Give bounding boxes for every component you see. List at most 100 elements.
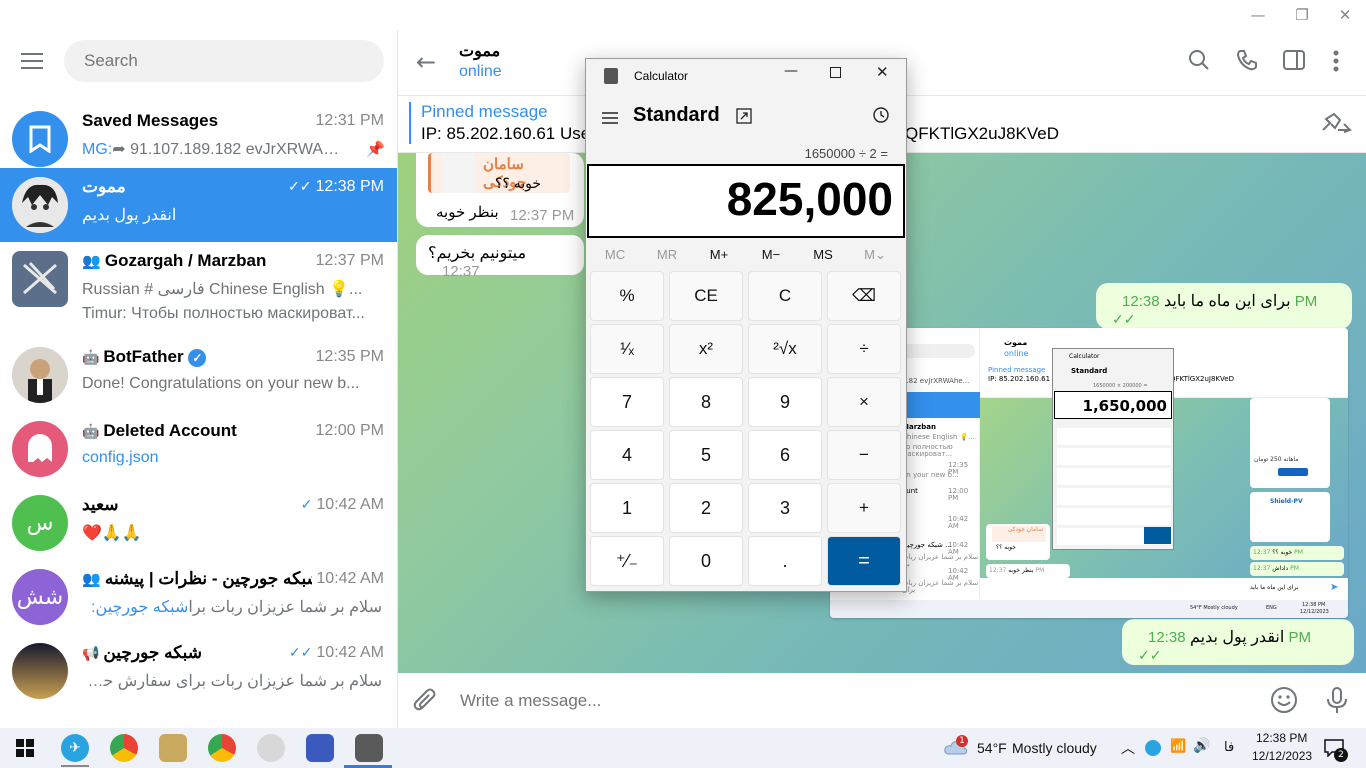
digit-1-button[interactable]: 1 (590, 483, 664, 533)
volume-icon[interactable]: 🔊 (1193, 738, 1210, 754)
calc-expression: 1650000 ÷ 2 = (804, 146, 888, 161)
memory-subtract-button[interactable]: M− (745, 247, 797, 262)
calculator-taskbar-icon[interactable] (355, 734, 383, 762)
message-bubble-outgoing[interactable]: انقدر پول بدیم 12:38 PM ✓✓ (1122, 619, 1354, 665)
calc-close-button[interactable]: ✕ (876, 63, 889, 81)
chat-item-deleted-account[interactable]: 🤖 Deleted Account 12:00 PM config.json (0, 412, 397, 486)
telegram-taskbar-icon[interactable]: ✈ (61, 734, 89, 762)
digit-6-button[interactable]: 6 (748, 430, 822, 480)
percent-button[interactable]: % (590, 271, 664, 321)
shot-pinned-label: Pinned message (988, 366, 1046, 374)
digit-7-button[interactable]: 7 (590, 377, 664, 427)
forward-text: خوبه ؟؟ (495, 175, 542, 191)
negate-button[interactable]: ⁺⁄₋ (590, 536, 664, 586)
chat-time: ✓✓ 10:42 AM (288, 644, 384, 661)
chat-item-jorchin-comments[interactable]: شش 👥 شبکه جورچین - نظرات | پیشنه... 10:4… (0, 560, 397, 634)
shot-sidebar-line: Chinese English 💡... (902, 433, 976, 441)
square-button[interactable]: x² (669, 324, 743, 374)
divide-button[interactable]: ÷ (827, 324, 901, 374)
weather-desc[interactable]: Mostly cloudy (1012, 740, 1097, 756)
pinned-text-tail: QFKTlGX2uJ8KVeD (905, 124, 1060, 143)
sidebar-toggle-icon[interactable] (1283, 50, 1305, 74)
phone-icon[interactable] (1236, 49, 1258, 75)
app-taskbar-icon[interactable] (257, 734, 285, 762)
chat-item-gozargah[interactable]: 👥 Gozargah / Marzban 12:37 PM Russian # … (0, 242, 397, 338)
decimal-button[interactable]: . (748, 536, 822, 586)
chat-item-saved-messages[interactable]: Saved Messages 12:31 PM MG:➦ 91.107.189.… (0, 102, 397, 176)
screenshot-image[interactable]: .182 evJrXRWAhe... Marzban Chinese Engli… (830, 328, 1348, 618)
ghost-icon (12, 421, 68, 477)
search-input[interactable] (64, 40, 384, 82)
back-arrow-icon[interactable]: ← (416, 48, 436, 76)
minimize-button[interactable]: — (1235, 0, 1281, 30)
microphone-icon[interactable] (1326, 686, 1348, 718)
message-bubble-incoming[interactable]: سامان جودکی خوبه ؟؟ بنظر خوبه 12:37 PM (416, 153, 584, 227)
telegram-tray-icon[interactable] (1145, 740, 1161, 756)
pinned-indicator (409, 102, 411, 144)
shot-sidebar-line: on your new b... (902, 471, 959, 479)
message-bubble-outgoing[interactable]: برای این ماه ما باید 12:38 PM ✓✓ (1096, 283, 1352, 329)
taskbar-date[interactable]: 12/12/2023 (1252, 749, 1312, 763)
message-input[interactable] (450, 685, 1230, 717)
digit-2-button[interactable]: 2 (669, 483, 743, 533)
taskbar-time[interactable]: 12:38 PM (1256, 731, 1307, 745)
avatar: س (12, 495, 68, 551)
memory-list-button[interactable]: M⌄ (849, 247, 901, 263)
backspace-button[interactable]: ⌫ (827, 271, 901, 321)
maximize-button[interactable]: ❐ (1279, 0, 1325, 30)
digit-4-button[interactable]: 4 (590, 430, 664, 480)
chevron-up-icon[interactable]: ︿ (1121, 738, 1135, 758)
hamburger-menu-icon[interactable] (12, 42, 52, 80)
memory-store-button[interactable]: MS (797, 247, 849, 262)
wifi-icon[interactable]: 📶 (1170, 739, 1186, 754)
clear-button[interactable]: C (748, 271, 822, 321)
attach-icon[interactable] (412, 687, 438, 717)
chat-name: سعید (82, 495, 119, 514)
shot-sidebar-line: то полностью маскироват... (902, 443, 953, 458)
bookmark-icon (12, 111, 68, 167)
calc-minimize-button[interactable]: — (784, 63, 798, 79)
multiply-button[interactable]: × (827, 377, 901, 427)
digit-8-button[interactable]: 8 (669, 377, 743, 427)
chrome-taskbar-icon[interactable] (110, 734, 138, 762)
shot-sidebar-line: شبکه جورچین ... (902, 541, 952, 549)
calc-maximize-button[interactable] (830, 67, 841, 78)
digit-5-button[interactable]: 5 (669, 430, 743, 480)
digit-3-button[interactable]: 3 (748, 483, 822, 533)
more-options-icon[interactable] (1333, 50, 1339, 76)
chrome-profile-taskbar-icon[interactable] (208, 734, 236, 762)
keep-on-top-icon[interactable] (736, 108, 752, 128)
reciprocal-button[interactable]: ¹⁄ₓ (590, 324, 664, 374)
minus-button[interactable]: − (827, 430, 901, 480)
app-taskbar-icon[interactable] (159, 734, 187, 762)
unpin-icon[interactable] (1320, 112, 1352, 138)
plus-button[interactable]: + (827, 483, 901, 533)
close-button[interactable]: ✕ (1322, 0, 1366, 30)
chat-item-jorchin-channel[interactable]: 📢 شبکه جورچین ✓✓ 10:42 AM سلام بر شما عزی… (0, 634, 397, 708)
memory-add-button[interactable]: M+ (693, 247, 745, 262)
clear-entry-button[interactable]: CE (669, 271, 743, 321)
weather-temp[interactable]: 54°F (977, 740, 1007, 756)
windows-start-icon[interactable] (16, 739, 34, 761)
chat-item-mamut[interactable]: مموت ✓✓ 12:38 PM انقدر پول بدیم (0, 168, 397, 242)
history-icon[interactable] (872, 106, 890, 128)
digit-9-button[interactable]: 9 (748, 377, 822, 427)
emoji-icon[interactable] (1270, 686, 1298, 718)
windows-taskbar: ✈ 1 54°F Mostly cloudy ︿ 📶 🔊 فا 12:38 PM… (0, 728, 1366, 768)
memory-clear-button[interactable]: MC (589, 247, 641, 262)
equals-button[interactable]: = (827, 536, 901, 586)
chat-item-botfather[interactable]: 🤖 BotFather ✓ 12:35 PM Done! Congratulat… (0, 338, 397, 412)
search-icon[interactable] (1188, 49, 1210, 75)
message-bubble-incoming[interactable]: میتونیم بخریم؟ 12:37 (416, 235, 584, 280)
remote-desktop-taskbar-icon[interactable] (306, 734, 334, 762)
chat-name: 👥 شبکه جورچین - نظرات | پیشنه... (82, 569, 312, 588)
shot-bubble-text: Shield-PV (1270, 498, 1303, 505)
square-root-button[interactable]: ²√x (748, 324, 822, 374)
digit-0-button[interactable]: 0 (669, 536, 743, 586)
memory-recall-button[interactable]: MR (641, 247, 693, 262)
calc-menu-icon[interactable] (602, 109, 618, 128)
chat-item-saeed[interactable]: س سعید ✓ 10:42 AM ❤️🙏🙏 (0, 486, 397, 560)
shot-forward: سامان جودکی (992, 526, 1046, 542)
input-language[interactable]: فا (1224, 740, 1234, 755)
double-check-icon: ✓✓ (1112, 311, 1136, 327)
